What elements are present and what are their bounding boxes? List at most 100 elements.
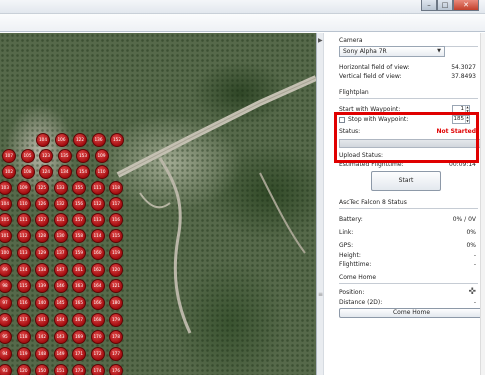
waypoint-marker[interactable]: 136 [91,133,106,147]
waypoint-marker[interactable]: 147 [53,263,68,277]
waypoint-marker[interactable]: 153 [76,149,90,163]
waypoint-marker[interactable]: 158 [72,229,86,243]
waypoint-marker[interactable]: 138 [35,263,49,277]
waypoint-marker[interactable]: 166 [90,296,105,310]
waypoint-marker[interactable]: 125 [35,181,49,195]
waypoint-marker[interactable]: 130 [53,229,68,243]
waypoint-marker[interactable]: 129 [35,246,49,260]
waypoint-marker[interactable]: 121 [109,279,123,293]
waypoint-marker[interactable]: 111 [16,213,31,227]
waypoint-marker[interactable]: 157 [72,213,86,227]
waypoint-marker[interactable]: 162 [90,263,105,277]
waypoint-marker[interactable]: 123 [39,149,53,163]
waypoint-marker[interactable]: 109 [16,181,31,195]
waypoint-marker[interactable]: 160 [90,246,105,260]
waypoint-marker[interactable]: 116 [109,213,123,227]
waypoint-marker[interactable]: 110 [16,197,31,211]
collapse-arrow-icon[interactable]: ▶ [318,37,323,44]
maximize-icon[interactable]: □ [437,0,453,11]
waypoint-marker[interactable]: 117 [109,197,123,211]
waypoint-marker[interactable]: 127 [35,213,49,227]
satellite-map[interactable]: 104 106 122 136 152 107 105 123 135 153 109 102 108 1… [0,33,316,375]
waypoint-marker[interactable]: 141 [35,313,49,327]
waypoint-marker[interactable]: 128 [35,229,49,243]
waypoint-marker[interactable]: 173 [72,364,86,375]
waypoint-marker[interactable]: 145 [53,296,68,310]
waypoint-marker[interactable]: 109 [94,149,109,163]
waypoint-marker[interactable]: 118 [16,330,31,344]
waypoint-marker[interactable]: 152 [110,133,124,147]
waypoint-marker[interactable]: 137 [53,246,68,260]
waypoint-marker[interactable]: 154 [76,165,90,179]
panel-scrollbar[interactable] [480,33,485,375]
waypoint-marker[interactable]: 146 [53,279,68,293]
waypoint-marker[interactable]: 93 [0,364,12,375]
waypoint-marker[interactable]: 151 [53,364,68,375]
waypoint-marker[interactable]: 120 [109,263,123,277]
waypoint-marker[interactable]: 118 [109,181,123,195]
waypoint-marker[interactable]: 174 [90,364,105,375]
waypoint-marker[interactable]: 112 [90,197,105,211]
waypoint-marker[interactable]: 165 [72,296,86,310]
waypoint-marker[interactable]: 161 [72,263,86,277]
waypoint-marker[interactable]: 133 [53,181,68,195]
waypoint-marker[interactable]: 180 [109,296,123,310]
start-button[interactable]: Start [371,171,441,191]
waypoint-marker[interactable]: 169 [72,330,86,344]
waypoint-marker[interactable]: 126 [35,197,49,211]
waypoint-marker[interactable]: 167 [72,313,86,327]
camera-select[interactable]: Sony Alpha 7R ▼ [339,46,445,57]
waypoint-marker[interactable]: 176 [109,364,123,375]
waypoint-marker[interactable]: 102 [2,165,16,179]
waypoint-marker[interactable]: 115 [109,229,123,243]
waypoint-marker[interactable]: 134 [57,165,72,179]
waypoint-marker[interactable]: 178 [109,330,123,344]
waypoint-marker[interactable]: 143 [53,330,68,344]
waypoint-marker[interactable]: 179 [109,313,123,327]
waypoint-marker[interactable]: 108 [20,165,35,179]
waypoint-marker[interactable]: 111 [90,181,105,195]
waypoint-marker[interactable]: 170 [90,330,105,344]
waypoint-marker[interactable]: 113 [16,246,31,260]
waypoint-marker[interactable]: 119 [109,246,123,260]
waypoint-marker[interactable]: 116 [16,296,31,310]
waypoint-marker[interactable]: 106 [54,133,69,147]
crosshair-icon[interactable]: ✜ [468,288,476,297]
waypoint-marker[interactable]: 155 [72,181,86,195]
waypoint-marker[interactable]: 112 [16,229,31,243]
waypoint-marker[interactable]: 110 [94,165,109,179]
waypoint-marker[interactable]: 120 [16,364,31,375]
waypoint-marker[interactable]: 177 [109,347,123,361]
waypoint-marker[interactable]: 117 [16,313,31,327]
panel-splitter[interactable]: ▶ ≡ [316,33,324,375]
waypoint-marker[interactable]: 148 [35,347,49,361]
waypoint-marker[interactable]: 113 [90,213,105,227]
close-icon[interactable]: ✕ [453,0,479,11]
grip-icon[interactable]: ≡ [318,291,323,298]
waypoint-marker[interactable]: 119 [16,347,31,361]
waypoint-marker[interactable]: 105 [20,149,35,163]
waypoint-marker[interactable]: 114 [90,229,105,243]
waypoint-marker[interactable]: 149 [53,347,68,361]
waypoint-marker[interactable]: 164 [90,279,105,293]
waypoint-marker[interactable]: 144 [53,313,68,327]
waypoint-marker[interactable]: 156 [72,197,86,211]
waypoint-marker[interactable]: 132 [53,197,68,211]
waypoint-marker[interactable]: 150 [35,364,49,375]
minimize-icon[interactable]: – [421,0,437,11]
waypoint-marker[interactable]: 124 [39,165,53,179]
waypoint-marker[interactable]: 104 [36,133,50,147]
come-home-button[interactable]: Come Home [339,308,484,318]
waypoint-marker[interactable]: 159 [72,246,86,260]
waypoint-marker[interactable]: 140 [35,296,49,310]
waypoint-marker[interactable]: 142 [35,330,49,344]
waypoint-marker[interactable]: 107 [2,149,16,163]
waypoint-marker[interactable]: 115 [16,279,31,293]
waypoint-marker[interactable]: 131 [53,213,68,227]
waypoint-marker[interactable]: 168 [90,313,105,327]
waypoint-marker[interactable]: 122 [73,133,87,147]
waypoint-marker[interactable]: 114 [16,263,31,277]
waypoint-marker[interactable]: 172 [90,347,105,361]
waypoint-marker[interactable]: 171 [72,347,86,361]
waypoint-marker[interactable]: 135 [57,149,72,163]
